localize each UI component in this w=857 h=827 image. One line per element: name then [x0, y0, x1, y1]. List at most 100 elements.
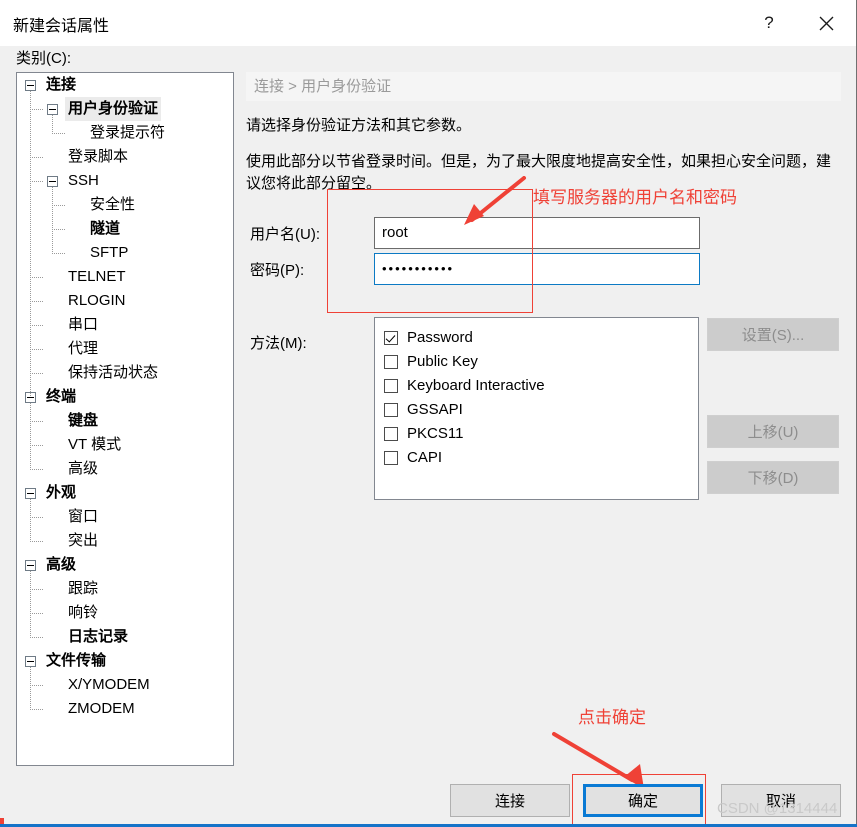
sidebar-item-24[interactable]: 文件传输	[17, 649, 233, 673]
sidebar-item-label: 键盘	[68, 412, 99, 429]
tree-guide-line	[30, 349, 43, 350]
sidebar-item-5[interactable]: 安全性	[17, 193, 233, 217]
method-item[interactable]: GSSAPI	[384, 398, 698, 422]
breadcrumb: 连接 > 用户身份验证	[246, 72, 841, 101]
method-item[interactable]: CAPI	[384, 446, 698, 470]
tree-collapse-icon[interactable]	[47, 176, 58, 187]
sidebar-item-4[interactable]: SSH	[17, 169, 233, 193]
tree-guide-line	[30, 325, 43, 326]
username-label: 用户名(U):	[250, 226, 320, 243]
tree-guide-line	[30, 685, 43, 686]
method-label: Public Key	[407, 353, 478, 370]
tree-guide-line	[30, 637, 43, 638]
tree-guide-line	[30, 469, 43, 470]
method-item[interactable]: Keyboard Interactive	[384, 374, 698, 398]
description-line-1: 请选择身份验证方法和其它参数。	[246, 117, 472, 134]
sidebar-item-label: 高级	[46, 556, 77, 573]
tree-guide-line	[30, 181, 43, 182]
sidebar-item-8[interactable]: TELNET	[17, 265, 233, 289]
tree-guide-line	[52, 253, 65, 254]
sidebar-item-11[interactable]: 代理	[17, 337, 233, 361]
tree-collapse-icon[interactable]	[25, 656, 36, 667]
window-title: 新建会话属性	[13, 18, 110, 35]
sidebar-item-16[interactable]: 高级	[17, 457, 233, 481]
username-input[interactable]: root	[374, 217, 700, 249]
ok-annotation-arrow	[552, 732, 644, 789]
help-icon[interactable]: ?	[746, 0, 792, 46]
tree-collapse-icon[interactable]	[25, 560, 36, 571]
tree-collapse-icon[interactable]	[47, 104, 58, 115]
sidebar-item-label: VT 模式	[68, 436, 122, 453]
method-item[interactable]: Password	[384, 326, 698, 350]
tree-guide-line	[30, 421, 43, 422]
method-item[interactable]: PKCS11	[384, 422, 698, 446]
tree-guide-line	[30, 403, 31, 469]
sidebar-item-12[interactable]: 保持活动状态	[17, 361, 233, 385]
sidebar-item-label: 安全性	[90, 196, 136, 213]
tree-collapse-icon[interactable]	[25, 80, 36, 91]
category-tree[interactable]: 连接用户身份验证登录提示符登录脚本 SSH 安全性隧道 SFTP TELNET RLOGI…	[16, 72, 234, 766]
sidebar-item-7[interactable]: SFTP	[17, 241, 233, 265]
sidebar-item-25[interactable]: X/YMODEM	[17, 673, 233, 697]
checkbox-checked-icon[interactable]	[384, 331, 398, 345]
sidebar-item-label: 连接	[46, 76, 77, 93]
sidebar-item-17[interactable]: 外观	[17, 481, 233, 505]
close-icon[interactable]	[803, 0, 849, 46]
sidebar-item-0[interactable]: 连接	[17, 73, 233, 97]
sidebar-item-1[interactable]: 用户身份验证	[17, 97, 233, 121]
sidebar-item-label: 登录提示符	[90, 124, 166, 141]
sidebar-item-3[interactable]: 登录脚本	[17, 145, 233, 169]
sidebar-item-15[interactable]: VT 模式	[17, 433, 233, 457]
sidebar-item-14[interactable]: 键盘	[17, 409, 233, 433]
sidebar-item-label: 终端	[46, 388, 77, 405]
password-label: 密码(P):	[250, 262, 305, 279]
move-down-button[interactable]: 下移(D)	[707, 461, 839, 494]
credentials-annotation-arrow	[464, 176, 526, 225]
method-label: Keyboard Interactive	[407, 377, 545, 394]
sidebar-item-2[interactable]: 登录提示符	[17, 121, 233, 145]
sidebar-item-18[interactable]: 窗口	[17, 505, 233, 529]
checkbox-icon[interactable]	[384, 379, 398, 393]
checkbox-icon[interactable]	[384, 403, 398, 417]
ok-button[interactable]: 确定	[583, 784, 703, 817]
sidebar-item-label: 突出	[68, 532, 99, 549]
tree-guide-line	[30, 277, 43, 278]
tree-collapse-icon[interactable]	[25, 488, 36, 499]
sidebar-item-6[interactable]: 隧道	[17, 217, 233, 241]
sidebar-item-21[interactable]: 跟踪	[17, 577, 233, 601]
sidebar-item-label: TELNET	[68, 268, 126, 285]
connect-button[interactable]: 连接	[450, 784, 570, 817]
setup-button[interactable]: 设置(S)...	[707, 318, 839, 351]
sidebar-item-9[interactable]: RLOGIN	[17, 289, 233, 313]
tree-guide-line	[30, 541, 43, 542]
sidebar-item-label: X/YMODEM	[68, 676, 150, 693]
sidebar-item-label: ZMODEM	[68, 700, 135, 717]
sidebar-item-19[interactable]: 突出	[17, 529, 233, 553]
sidebar-item-22[interactable]: 响铃	[17, 601, 233, 625]
sidebar-item-10[interactable]: 串口	[17, 313, 233, 337]
tree-guide-line	[30, 373, 43, 374]
checkbox-icon[interactable]	[384, 355, 398, 369]
tree-guide-line	[52, 133, 65, 134]
sidebar-item-26[interactable]: ZMODEM	[17, 697, 233, 721]
sidebar-item-label: 响铃	[68, 604, 99, 621]
move-up-button[interactable]: 上移(U)	[707, 415, 839, 448]
sidebar-item-label: 代理	[68, 340, 99, 357]
tree-guide-line	[30, 667, 31, 709]
method-label: CAPI	[407, 449, 443, 466]
checkbox-icon[interactable]	[384, 451, 398, 465]
sidebar-item-label: 保持活动状态	[68, 364, 159, 381]
method-label: Password	[407, 329, 473, 346]
method-label: PKCS11	[407, 425, 464, 442]
method-item[interactable]: Public Key	[384, 350, 698, 374]
sidebar-item-label: 用户身份验证	[65, 97, 162, 121]
sidebar-item-23[interactable]: 日志记录	[17, 625, 233, 649]
password-input[interactable]: •••••••••••	[374, 253, 700, 285]
methods-list[interactable]: Password Public Key Keyboard Interactive GS…	[374, 317, 699, 500]
tree-guide-line	[30, 91, 31, 397]
methods-label: 方法(M):	[250, 335, 307, 352]
sidebar-item-label: 外观	[46, 484, 77, 501]
sidebar-item-13[interactable]: 终端	[17, 385, 233, 409]
checkbox-icon[interactable]	[384, 427, 398, 441]
sidebar-item-20[interactable]: 高级	[17, 553, 233, 577]
